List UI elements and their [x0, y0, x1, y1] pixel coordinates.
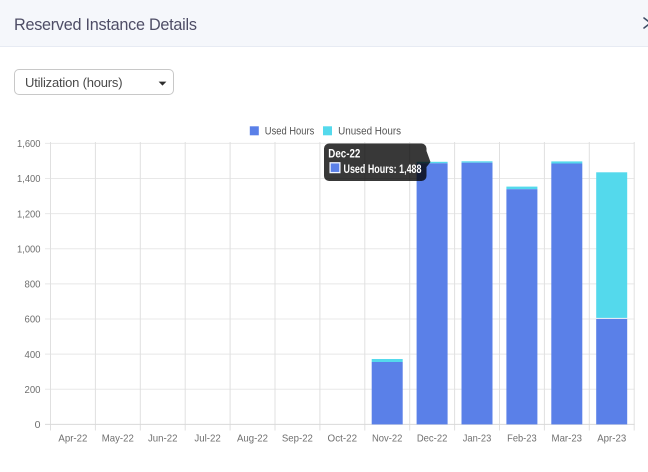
svg-text:Sep-22: Sep-22	[282, 432, 313, 444]
svg-text:Jan-23: Jan-23	[463, 432, 492, 444]
svg-text:Dec-22: Dec-22	[328, 149, 360, 161]
svg-text:1,600: 1,600	[17, 138, 41, 150]
svg-text:Dec-22: Dec-22	[417, 432, 448, 444]
svg-text:Nov-22: Nov-22	[372, 432, 403, 444]
svg-text:1,000: 1,000	[17, 244, 41, 256]
svg-text:Used Hours: 1,488: Used Hours: 1,488	[344, 164, 422, 176]
svg-text:Unused Hours: Unused Hours	[338, 126, 401, 138]
svg-text:Used Hours: Used Hours	[265, 126, 315, 138]
svg-text:Apr-23: Apr-23	[597, 432, 626, 444]
svg-text:0: 0	[35, 419, 41, 431]
svg-text:1,400: 1,400	[17, 173, 41, 185]
svg-text:600: 600	[25, 314, 41, 326]
svg-text:800: 800	[25, 279, 41, 291]
svg-text:Jul-22: Jul-22	[194, 432, 221, 444]
svg-text:Feb-23: Feb-23	[507, 432, 537, 444]
svg-text:Aug-22: Aug-22	[237, 432, 268, 444]
svg-text:Apr-22: Apr-22	[58, 432, 87, 444]
svg-text:200: 200	[25, 384, 41, 396]
svg-text:Mar-23: Mar-23	[552, 432, 583, 444]
svg-text:Oct-22: Oct-22	[328, 432, 358, 444]
svg-text:400: 400	[25, 349, 41, 361]
svg-text:1,200: 1,200	[17, 208, 41, 220]
svg-text:Jun-22: Jun-22	[148, 432, 178, 444]
svg-text:May-22: May-22	[102, 432, 134, 444]
